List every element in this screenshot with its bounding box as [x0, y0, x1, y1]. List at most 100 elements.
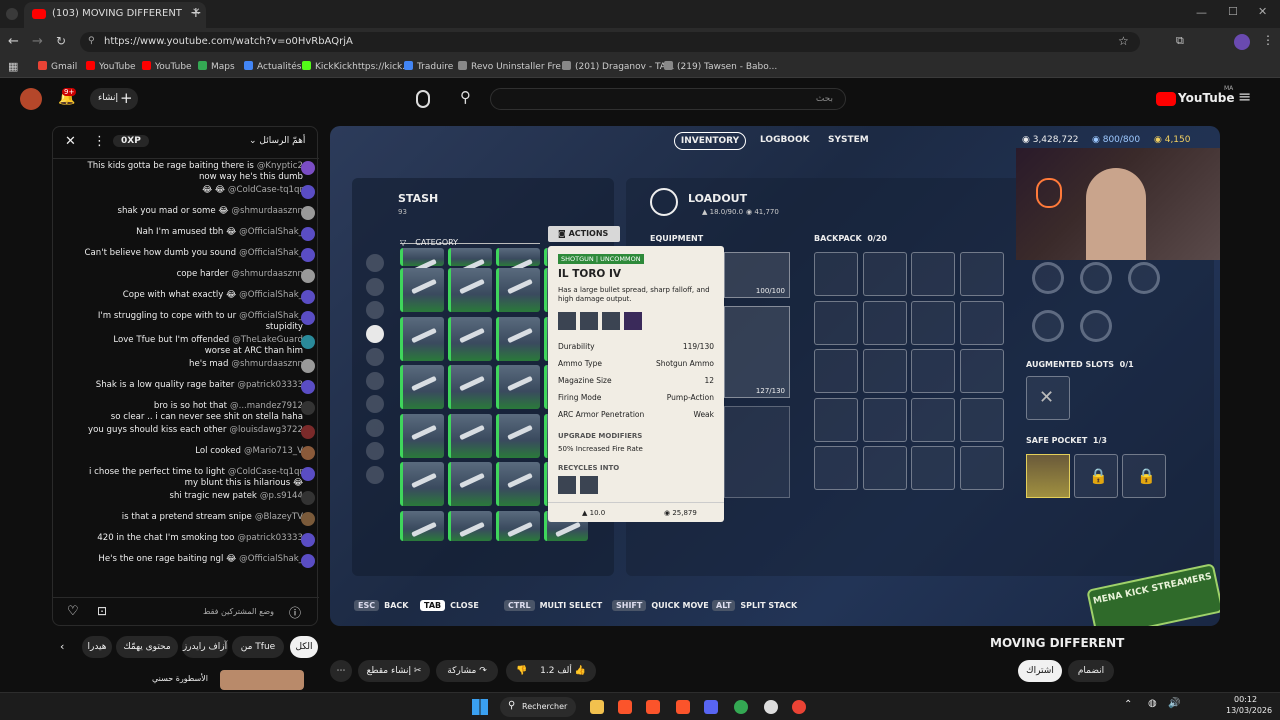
- reload-icon[interactable]: ↻: [56, 34, 66, 48]
- chat-avatar[interactable]: [301, 554, 315, 568]
- join-button[interactable]: انضمام: [1068, 660, 1114, 682]
- chat-author[interactable]: @ColdCase-tq1qr: [228, 185, 303, 195]
- actions-button[interactable]: ◙ ACTIONS: [548, 226, 620, 242]
- close-chat-icon[interactable]: ✕: [65, 134, 76, 149]
- chat-author[interactable]: @ColdCase-tq1qr: [228, 467, 303, 477]
- network-icon[interactable]: ◍: [1148, 698, 1157, 709]
- stash-item-slot[interactable]: [400, 413, 444, 458]
- quick-use-slot[interactable]: [1080, 310, 1112, 342]
- quick-use-slot[interactable]: [1128, 262, 1160, 294]
- stash-item-slot[interactable]: [400, 462, 444, 506]
- url-field[interactable]: ⚲ https://www.youtube.com/watch?v=o0HvRb…: [80, 32, 1140, 52]
- category-dropdown[interactable]: ▽ CATEGORY: [400, 230, 540, 247]
- subscribe-button[interactable]: اشتراك: [1018, 660, 1062, 682]
- stash-item-slot[interactable]: [448, 316, 492, 361]
- safe-pocket-slot-2[interactable]: 🔒: [1074, 454, 1118, 498]
- chat-author[interactable]: @patrick03333: [237, 533, 303, 543]
- volume-icon[interactable]: 🔊: [1168, 698, 1180, 709]
- category-icon[interactable]: [366, 418, 384, 437]
- points-badge[interactable]: 0XP: [113, 135, 149, 147]
- like-icon[interactable]: 👍: [575, 666, 586, 676]
- chat-avatar[interactable]: [301, 425, 315, 439]
- video-player[interactable]: INVENTORY LOGBOOK SYSTEM ◉ 3,428,722 ◉ 8…: [330, 126, 1220, 626]
- stash-item-slot[interactable]: [400, 365, 444, 409]
- chat-author[interactable]: @...mandez7912: [230, 401, 303, 411]
- stash-item-slot[interactable]: [448, 413, 492, 458]
- stash-item-slot[interactable]: [496, 248, 540, 266]
- info-icon[interactable]: ⓘ: [289, 604, 301, 621]
- account-avatar[interactable]: [20, 88, 42, 110]
- chip-arc-raiders[interactable]: آزاف رايدرز: [182, 636, 228, 658]
- bookmark-maps[interactable]: Maps: [198, 61, 235, 72]
- back-icon[interactable]: ←: [8, 34, 19, 49]
- chat-author[interactable]: @Mario713_V: [244, 446, 303, 456]
- bookmark-traduire[interactable]: Traduire: [404, 61, 453, 72]
- clock-date[interactable]: 13/03/2026: [1226, 706, 1272, 715]
- category-icon[interactable]: [366, 254, 384, 272]
- clip-button[interactable]: إنشاء مقطع ✂: [358, 660, 430, 682]
- brave-browser-icon[interactable]: [618, 700, 632, 714]
- chip-scroll-left-icon[interactable]: ‹: [60, 640, 64, 653]
- chat-author[interactable]: @OfficialShak_: [239, 554, 303, 564]
- chat-avatar[interactable]: [301, 185, 315, 199]
- category-icon[interactable]: [366, 395, 384, 413]
- backpack-slot[interactable]: [814, 349, 858, 393]
- chat-author[interactable]: @OfficialShak_: [239, 248, 303, 258]
- tray-overflow-icon[interactable]: ⌃: [1124, 699, 1132, 710]
- chat-author[interactable]: @TheLakeGuard: [232, 335, 303, 345]
- bookmark-kick[interactable]: KickKickhttps://kick...: [302, 61, 411, 72]
- augmented-slot[interactable]: ✕: [1026, 376, 1070, 420]
- extensions-icon[interactable]: ⧉: [1176, 34, 1184, 48]
- backpack-slot[interactable]: [911, 349, 955, 393]
- chip-relevant[interactable]: محتوى يهمّك: [116, 636, 178, 658]
- chip-hydra[interactable]: هيدرا: [82, 636, 112, 658]
- chat-avatar[interactable]: [301, 359, 315, 373]
- apps-grid-icon[interactable]: ▦: [8, 60, 18, 73]
- backpack-slot[interactable]: [814, 446, 858, 490]
- share-button[interactable]: مشاركة ↷: [436, 660, 498, 682]
- game-tab-logbook[interactable]: LOGBOOK: [760, 135, 810, 145]
- equipment-slot-2[interactable]: 127/130: [724, 306, 790, 398]
- search-input[interactable]: بحث: [490, 88, 846, 110]
- guide-menu-icon[interactable]: ≡: [1238, 87, 1251, 106]
- key-hint-back[interactable]: ESC BACK: [354, 600, 408, 611]
- create-button[interactable]: إنشاء +: [90, 88, 138, 110]
- obs-icon[interactable]: [764, 700, 778, 714]
- backpack-slot[interactable]: [862, 300, 907, 345]
- heart-icon[interactable]: ♡: [67, 604, 79, 619]
- backpack-slot[interactable]: [911, 397, 955, 442]
- chat-author[interactable]: @BlazeyTV: [255, 512, 303, 522]
- chat-avatar[interactable]: [301, 401, 315, 415]
- file-explorer-icon[interactable]: [590, 700, 604, 714]
- bookmark-youtube-2[interactable]: YouTube: [142, 61, 192, 72]
- backpack-slot[interactable]: [959, 349, 1004, 393]
- category-icon[interactable]: [366, 301, 384, 319]
- chat-author[interactable]: @Knyptic2: [257, 161, 303, 171]
- chat-avatar[interactable]: [301, 248, 315, 262]
- chat-author[interactable]: @shmurdaasznn: [231, 269, 303, 279]
- chat-avatar[interactable]: [301, 467, 315, 481]
- stash-item-slot[interactable]: [400, 510, 444, 541]
- chat-author[interactable]: @OfficialShak_: [239, 227, 303, 237]
- stash-item-slot[interactable]: [496, 268, 540, 312]
- chat-menu-icon[interactable]: ⋮: [93, 134, 106, 149]
- chrome-icon[interactable]: [792, 700, 806, 714]
- backpack-slot[interactable]: [814, 397, 858, 442]
- dislike-icon[interactable]: 👎: [516, 666, 527, 676]
- chat-author[interactable]: @p.s9144: [260, 491, 303, 501]
- quick-use-slot[interactable]: [1032, 310, 1064, 342]
- category-icon[interactable]: [366, 277, 384, 296]
- windows-start-icon[interactable]: [472, 699, 488, 715]
- new-tab-button[interactable]: +: [190, 5, 202, 21]
- stash-item-slot[interactable]: [400, 316, 444, 361]
- key-hint-split-stack[interactable]: ALT SPLIT STACK: [712, 600, 797, 611]
- backpack-slot[interactable]: [911, 252, 955, 296]
- more-actions-button[interactable]: ⋯: [330, 660, 352, 682]
- backpack-slot[interactable]: [959, 300, 1004, 345]
- stash-item-slot[interactable]: [496, 413, 540, 458]
- stash-item-slot[interactable]: [448, 510, 492, 541]
- backpack-slot[interactable]: [862, 349, 907, 393]
- stash-item-slot[interactable]: [496, 510, 540, 541]
- chat-avatar[interactable]: [301, 512, 315, 526]
- safe-pocket-slot-1[interactable]: [1026, 454, 1070, 498]
